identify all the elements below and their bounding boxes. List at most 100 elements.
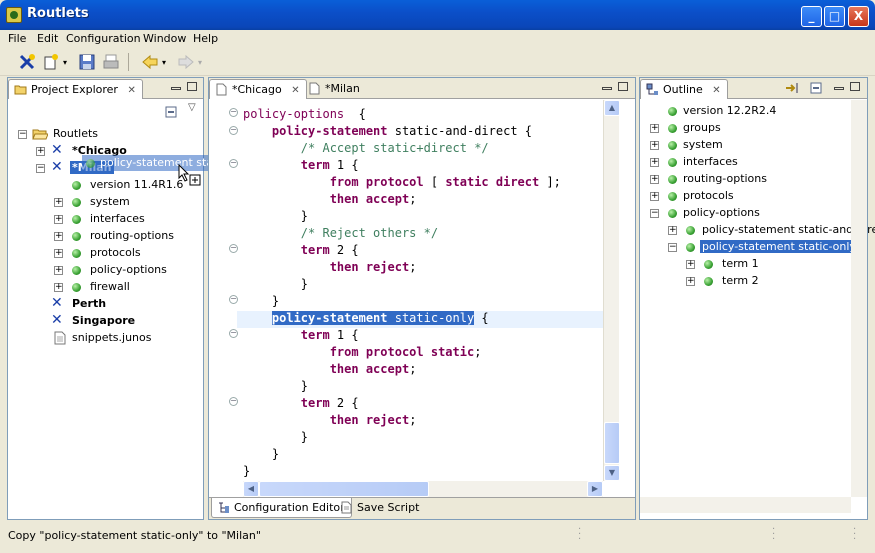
menu-configuration[interactable]: Configuration: [66, 32, 141, 45]
close-tab-icon[interactable]: ✕: [291, 85, 299, 96]
collapse-icon[interactable]: −: [668, 243, 677, 252]
config-node-icon: [86, 159, 95, 168]
expand-icon[interactable]: +: [54, 249, 63, 258]
menu-file[interactable]: File: [8, 32, 26, 45]
maximize-view-icon[interactable]: [618, 82, 628, 91]
expand-icon[interactable]: +: [54, 198, 63, 207]
menu-window[interactable]: Window: [143, 32, 186, 45]
expand-icon[interactable]: +: [650, 192, 659, 201]
expand-icon[interactable]: +: [650, 124, 659, 133]
script-icon: [341, 501, 352, 514]
link-editor-icon[interactable]: [785, 82, 799, 94]
project-explorer-tabstrip: Project Explorer ✕: [8, 78, 203, 99]
code-token: ;: [409, 192, 417, 206]
tab-outline[interactable]: Outline ✕: [640, 79, 728, 99]
outline-horizontal-scrollbar[interactable]: [640, 497, 851, 513]
code-line: }: [243, 446, 279, 463]
back-arrow-icon[interactable]: [141, 53, 159, 71]
code-token: }: [243, 277, 309, 291]
tab-configuration-editor[interactable]: Configuration Editor: [211, 498, 352, 518]
maximize-view-icon[interactable]: [850, 82, 860, 91]
back-dropdown-icon[interactable]: ▾: [162, 58, 166, 67]
maximize-button[interactable]: □: [824, 6, 845, 27]
forward-dropdown-icon[interactable]: ▾: [198, 58, 202, 67]
print-icon[interactable]: [102, 53, 120, 71]
expand-icon[interactable]: +: [650, 141, 659, 150]
minimize-view-icon[interactable]: [171, 87, 181, 90]
scroll-thumb-h[interactable]: [259, 481, 429, 497]
code-token: policy-statement: [271, 124, 388, 138]
fold-icon[interactable]: −: [229, 295, 238, 304]
expand-icon[interactable]: +: [54, 283, 63, 292]
scroll-up-icon[interactable]: ▲: [604, 100, 620, 116]
scroll-left-icon[interactable]: ◀: [243, 481, 259, 497]
collapse-all-icon[interactable]: [165, 106, 178, 119]
fold-icon[interactable]: −: [229, 108, 238, 117]
fold-icon[interactable]: −: [229, 244, 238, 253]
outline-vertical-scrollbar[interactable]: [851, 100, 867, 497]
tab-save-script[interactable]: Save Script: [335, 498, 425, 518]
tab-project-explorer[interactable]: Project Explorer ✕: [8, 79, 143, 99]
scroll-right-icon[interactable]: ▶: [587, 481, 603, 497]
expand-icon[interactable]: +: [686, 260, 695, 269]
expand-icon[interactable]: +: [36, 147, 45, 156]
code-area[interactable]: − − − − − − − policy-options { policy-st…: [209, 100, 603, 481]
collapse-all-icon[interactable]: [810, 82, 822, 94]
expand-icon[interactable]: +: [686, 277, 695, 286]
expand-icon[interactable]: +: [54, 232, 63, 241]
scroll-down-icon[interactable]: ▼: [604, 465, 620, 481]
collapse-icon[interactable]: −: [18, 130, 27, 139]
new-dropdown-icon[interactable]: ▾: [63, 58, 67, 67]
expand-icon[interactable]: +: [650, 158, 659, 167]
collapse-icon[interactable]: −: [36, 164, 45, 173]
collapse-icon[interactable]: −: [650, 209, 659, 218]
new-router-icon[interactable]: [18, 53, 36, 71]
minimize-button[interactable]: _: [801, 6, 822, 27]
forward-arrow-icon[interactable]: [177, 53, 195, 71]
menu-help[interactable]: Help: [193, 32, 218, 45]
new-file-icon[interactable]: [42, 53, 60, 71]
code-line: /* Accept static+direct */: [243, 140, 489, 157]
maximize-view-icon[interactable]: [187, 82, 197, 91]
code-token: policy-statement: [271, 311, 388, 325]
close-button[interactable]: X: [848, 6, 869, 27]
fold-icon[interactable]: −: [229, 159, 238, 168]
expand-icon[interactable]: +: [650, 175, 659, 184]
config-node-icon: [704, 260, 713, 269]
minimize-view-icon[interactable]: [834, 87, 844, 90]
menu-edit[interactable]: Edit: [37, 32, 58, 45]
file-icon: [309, 82, 320, 95]
code-line: policy-options {: [243, 106, 366, 123]
code-token: term: [300, 328, 330, 342]
code-token: 2 {: [329, 396, 359, 410]
minimize-view-icon[interactable]: [602, 87, 612, 90]
expand-icon[interactable]: +: [54, 215, 63, 224]
horizontal-scrollbar[interactable]: ◀ ▶: [243, 481, 603, 497]
fold-icon[interactable]: −: [229, 126, 238, 135]
code-token: 1 {: [329, 328, 359, 342]
code-line: /* Reject others */: [243, 225, 438, 242]
tab-label: *Milan: [325, 82, 360, 95]
save-icon[interactable]: [78, 53, 96, 71]
file-icon: [216, 83, 227, 96]
code-line: term 2 {: [243, 395, 359, 412]
code-token: static-only: [387, 311, 475, 325]
toolbar-separator: [128, 53, 129, 71]
expand-icon[interactable]: +: [54, 266, 63, 275]
close-tab-icon[interactable]: ✕: [712, 85, 720, 96]
close-tab-icon[interactable]: ✕: [127, 85, 135, 96]
code-token: ];: [539, 175, 561, 189]
scroll-thumb[interactable]: [604, 422, 620, 464]
view-menu-icon[interactable]: ▽: [188, 102, 196, 113]
code-line: }: [243, 293, 279, 310]
code-line: }: [243, 463, 250, 480]
expand-icon[interactable]: +: [668, 226, 677, 235]
fold-icon[interactable]: −: [229, 397, 238, 406]
tab-chicago[interactable]: *Chicago ✕: [209, 79, 307, 99]
vertical-scrollbar[interactable]: ▲ ▼: [603, 100, 620, 481]
fold-icon[interactable]: −: [229, 329, 238, 338]
tab-milan[interactable]: *Milan: [303, 79, 366, 99]
